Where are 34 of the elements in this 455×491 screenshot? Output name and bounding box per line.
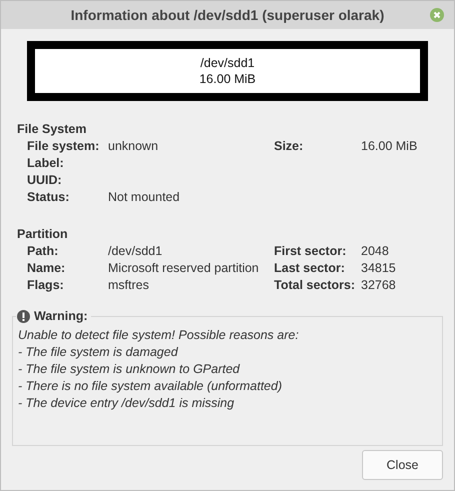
field-label: Path: [27,243,60,260]
close-button[interactable]: Close [362,450,443,480]
warning-text: - The file system is unknown to GParted [18,361,241,378]
field-label: Flags: [27,277,65,294]
window-title: Information about /dev/sdd1 (superuser olarak) [70,7,384,23]
section-heading: Partition [17,226,69,243]
field-value: unknown [108,139,158,153]
field-value: msftres [108,278,149,292]
warning-text: - There is no file system available (unformatted) [18,378,283,395]
field-value: 16.00 MiB [361,139,418,153]
close-icon[interactable] [430,8,444,22]
field-label: Size: [274,139,304,153]
field-value: /dev/sdd1 [108,244,162,258]
field-label: Name: [27,260,66,277]
field-label: First sector: [274,244,346,258]
field-label: Status: [27,189,70,206]
field-label: UUID: [27,172,63,189]
partition-size: 16.00 MiB [199,71,256,87]
partition-path: /dev/sdd1 [200,55,255,71]
warning-text: - The file system is damaged [18,344,180,361]
section-heading: File System [17,121,88,138]
warning-text: - The device entry /dev/sdd1 is missing [18,395,236,412]
field-value: Not mounted [108,190,180,204]
field-value: Microsoft reserved partition [108,261,259,275]
warning-text: Unable to detect file system! Possible reasons are: [18,327,300,344]
warning-icon [17,310,30,323]
field-value: 34815 [361,261,396,275]
field-value: 2048 [361,244,389,258]
field-label: File system: [27,138,100,155]
warning-title: Warning: [34,308,88,325]
field-label: Last sector: [274,261,345,275]
field-value: 32768 [361,278,396,292]
field-label: Label: [27,155,65,172]
field-label: Total sectors: [274,278,356,292]
